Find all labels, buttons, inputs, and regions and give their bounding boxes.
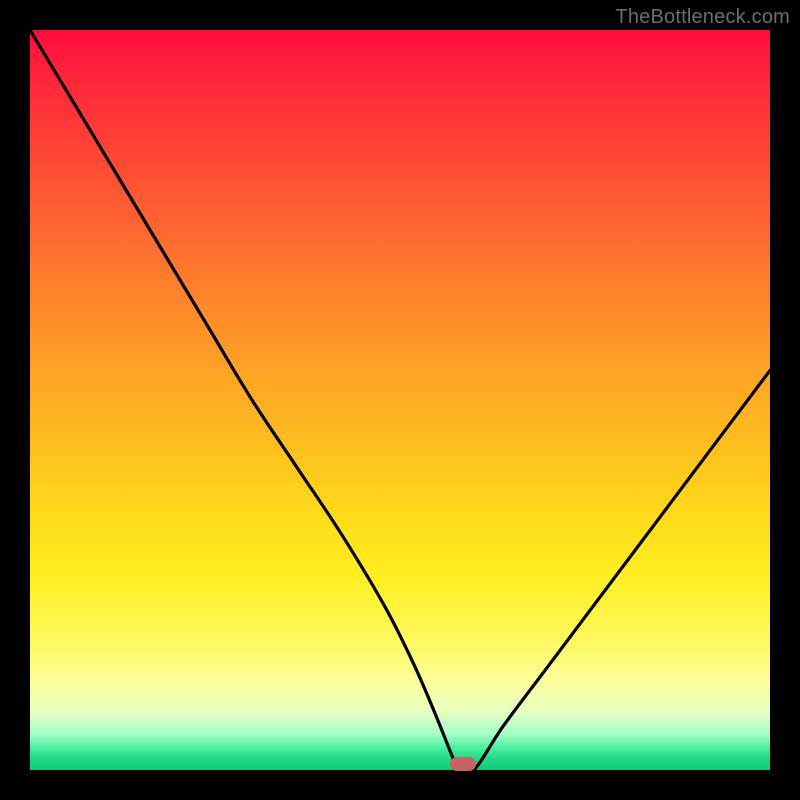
chart-frame: TheBottleneck.com	[0, 0, 800, 800]
plot-area	[30, 30, 770, 770]
watermark-text: TheBottleneck.com	[615, 6, 790, 29]
bottleneck-curve	[30, 30, 770, 770]
optimum-marker	[450, 757, 476, 771]
